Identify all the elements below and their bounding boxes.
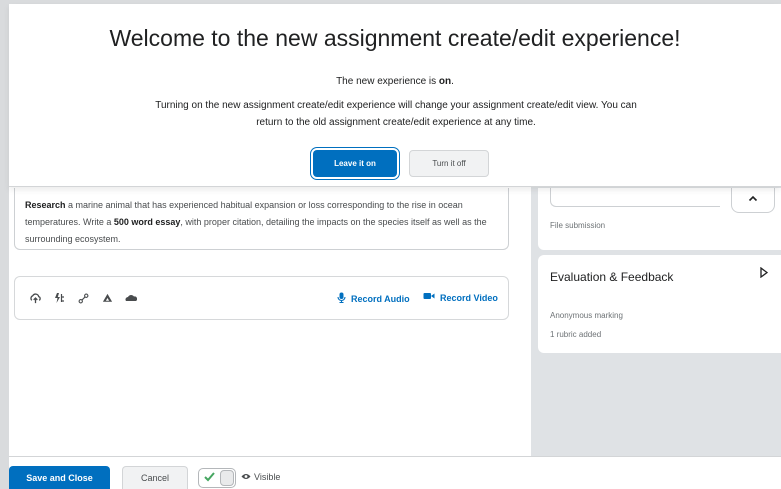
google-drive-icon[interactable]	[101, 293, 113, 307]
leave-it-on-button[interactable]: Leave it on	[313, 150, 397, 177]
save-and-close-button[interactable]: Save and Close	[9, 466, 110, 489]
dialog-status: The new experience is on.	[9, 76, 781, 87]
attachment-icons	[29, 292, 138, 307]
window-frame-left	[0, 0, 9, 489]
evaluation-feedback-card[interactable]: Evaluation & Feedback Anonymous marking …	[538, 255, 781, 353]
onedrive-icon[interactable]	[125, 293, 138, 306]
toggle-knob	[220, 470, 234, 486]
checkmark-icon	[203, 470, 216, 486]
submission-card: File submission	[538, 188, 781, 250]
status-value: on	[438, 76, 452, 87]
anonymous-marking-summary: Anonymous marking	[550, 311, 623, 320]
submission-type-value: File submission	[550, 221, 606, 230]
welcome-dialog: Welcome to the new assignment create/edi…	[9, 4, 781, 187]
footer-action-bar: Save and Close Cancel Visible	[9, 456, 781, 489]
record-video-button[interactable]: Record Video	[423, 292, 498, 303]
visibility-toggle[interactable]	[198, 468, 236, 488]
cancel-button[interactable]: Cancel	[122, 466, 188, 489]
quicklink-icon[interactable]	[77, 293, 89, 307]
rubric-summary: 1 rubric added	[550, 330, 602, 339]
visibility-label: Visible	[241, 472, 280, 482]
record-audio-label: Record Audio	[351, 294, 410, 304]
submission-type-field	[550, 188, 720, 207]
status-prefix: The new experience is	[336, 76, 439, 87]
instructions-bold-essay: 500 word essay	[113, 217, 181, 227]
record-video-label: Record Video	[440, 292, 498, 303]
assignment-instructions-editor[interactable]: Research a marine animal that has experi…	[14, 188, 509, 250]
eye-icon	[241, 472, 251, 482]
visible-text: Visible	[254, 472, 281, 482]
collapse-button[interactable]	[731, 188, 775, 213]
microphone-icon	[337, 292, 346, 306]
evaluation-feedback-title: Evaluation & Feedback	[550, 270, 674, 284]
attachments-toolbar: Record Audio Record Video	[14, 276, 509, 320]
expand-arrow-icon[interactable]	[760, 266, 769, 281]
instructions-bold-research: Research	[25, 200, 66, 210]
upload-icon[interactable]	[29, 292, 41, 307]
link-icon[interactable]	[53, 292, 65, 307]
status-suffix: .	[451, 76, 454, 87]
record-audio-button[interactable]: Record Audio	[337, 292, 410, 306]
turn-it-off-button[interactable]: Turn it off	[409, 150, 489, 177]
dialog-body-text: Turning on the new assignment create/edi…	[155, 100, 637, 128]
chevron-up-icon	[748, 193, 758, 205]
video-camera-icon	[423, 292, 435, 303]
dialog-title: Welcome to the new assignment create/edi…	[109, 25, 681, 51]
